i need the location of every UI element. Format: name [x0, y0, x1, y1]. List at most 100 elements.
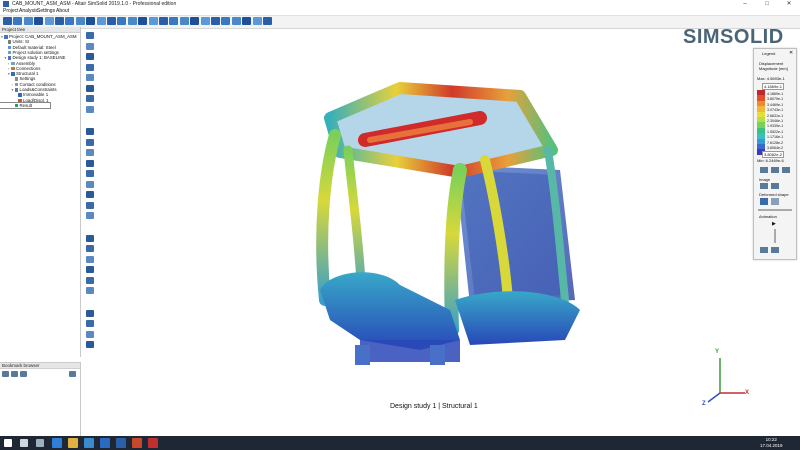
zoom-icon[interactable]: [86, 149, 94, 156]
deformed-shape-icon[interactable]: [760, 198, 768, 205]
import-icon[interactable]: [44, 17, 54, 25]
animation-play-icon[interactable]: ▶: [772, 221, 776, 227]
layers-icon[interactable]: [169, 17, 179, 25]
constraint-icon[interactable]: [231, 17, 241, 25]
animation-speed-slider[interactable]: [774, 229, 776, 243]
taskbar-clock[interactable]: 10:22 17.04.2019: [760, 437, 783, 448]
animate-icon[interactable]: [86, 276, 94, 284]
task-view-icon[interactable]: [36, 439, 44, 447]
legend-panel[interactable]: Legend ✕ Displacement Magnitude [mm] Max…: [753, 48, 797, 260]
section-icon[interactable]: [86, 159, 94, 167]
view-fit-icon[interactable]: [86, 105, 94, 113]
other-app-icon[interactable]: [148, 438, 158, 448]
powerpoint-icon[interactable]: [132, 438, 142, 448]
image-save-icon[interactable]: [771, 183, 779, 189]
view-left-icon[interactable]: [86, 53, 94, 60]
bookmark-delete-icon[interactable]: [20, 371, 27, 377]
cut-icon[interactable]: [96, 17, 106, 25]
app-icon: [3, 1, 9, 7]
camera-icon[interactable]: [127, 17, 137, 25]
report-icon[interactable]: [86, 330, 94, 338]
deformation-scale-slider[interactable]: [758, 209, 792, 211]
measure-icon[interactable]: [86, 170, 94, 177]
graphics-viewport[interactable]: Y X Z: [98, 27, 800, 436]
save-icon[interactable]: [23, 17, 33, 25]
legend-export-icon[interactable]: [771, 247, 779, 253]
transparency-icon[interactable]: [86, 212, 94, 219]
edge-browser-icon[interactable]: [52, 438, 62, 448]
search-icon[interactable]: [20, 439, 28, 447]
cab-model-render: [316, 82, 745, 403]
open-project-icon[interactable]: [13, 17, 23, 25]
minimize-button[interactable]: –: [734, 0, 756, 8]
tree-node-icon: [4, 35, 8, 39]
export-icon[interactable]: [86, 341, 94, 348]
view-front-icon[interactable]: [86, 74, 94, 81]
settings-icon[interactable]: [107, 17, 116, 25]
view-back-icon[interactable]: [86, 84, 94, 92]
pan-icon[interactable]: [86, 128, 94, 135]
bookmark-settings-icon[interactable]: [69, 371, 76, 377]
menu-settings[interactable]: Settings: [37, 8, 55, 15]
menu-about[interactable]: About: [56, 8, 69, 15]
view-top-icon[interactable]: [86, 32, 94, 39]
undeformed-icon[interactable]: [86, 266, 94, 273]
legend-probe-icon[interactable]: [782, 167, 790, 173]
menu-project[interactable]: Project: [3, 8, 19, 15]
plot-icon[interactable]: [86, 320, 94, 327]
solid-icon[interactable]: [190, 17, 200, 25]
view-iso-icon[interactable]: [86, 95, 94, 102]
edge-icon[interactable]: [86, 245, 94, 252]
material-icon[interactable]: [252, 17, 262, 25]
file-explorer-icon[interactable]: [68, 438, 78, 448]
wrench-icon[interactable]: [117, 17, 127, 25]
image-capture-icon[interactable]: [760, 183, 768, 189]
maximize-button[interactable]: □: [756, 0, 778, 8]
new-project-icon[interactable]: [3, 17, 12, 25]
view-right-icon[interactable]: [86, 63, 94, 71]
legend-close-icon[interactable]: ✕: [789, 50, 793, 56]
menu-analysis[interactable]: Analysis: [19, 8, 38, 15]
bookmark-add-icon[interactable]: [2, 371, 9, 377]
save-as-icon[interactable]: [34, 17, 44, 25]
fit-icon[interactable]: [86, 17, 96, 25]
legend-max-value[interactable]: 4.1869e-1: [762, 83, 785, 90]
rotate-icon[interactable]: [159, 17, 168, 25]
legend-icon[interactable]: [86, 287, 94, 294]
legend-min-label: Min: 6.2469e-6: [757, 158, 784, 163]
windows-start-icon[interactable]: [4, 439, 12, 447]
tree-view-icon[interactable]: [65, 17, 75, 25]
legend-help-icon[interactable]: [760, 247, 768, 253]
zoom-icon[interactable]: [148, 17, 158, 25]
list-view-icon[interactable]: [75, 17, 85, 25]
label-icon[interactable]: [86, 309, 94, 317]
deformed-icon[interactable]: [86, 255, 94, 263]
legend-settings-icon[interactable]: [760, 167, 768, 173]
wireframe-icon[interactable]: [200, 17, 210, 25]
menu-bar: [0, 8, 800, 15]
color-icon[interactable]: [86, 234, 94, 242]
legend-max-label: Max: 4.5693e-1: [757, 76, 785, 81]
show-icon[interactable]: [86, 201, 94, 209]
view-front-icon[interactable]: [211, 17, 220, 25]
rotate-icon[interactable]: [86, 138, 94, 146]
hide-icon[interactable]: [86, 191, 94, 198]
undeformed-shape-icon[interactable]: [771, 198, 779, 205]
legend-min-value[interactable]: 3.8082e-2: [762, 151, 785, 158]
view-bottom-icon[interactable]: [86, 42, 94, 50]
bookmark-edit-icon[interactable]: [11, 371, 18, 377]
chart-icon[interactable]: [138, 17, 148, 25]
close-button[interactable]: ✕: [778, 0, 800, 8]
mail-icon[interactable]: [100, 438, 110, 448]
mesh-icon[interactable]: [179, 17, 189, 25]
store-icon[interactable]: [84, 438, 94, 448]
simsolid-taskbar-icon[interactable]: [116, 438, 126, 448]
legend-value-label: 3.8064e-2: [767, 146, 784, 150]
help-icon[interactable]: [263, 17, 272, 25]
contact-icon[interactable]: [242, 17, 252, 25]
legend-lock-icon[interactable]: [771, 167, 779, 173]
probe-icon[interactable]: [86, 180, 94, 188]
load-icon[interactable]: [221, 17, 231, 25]
tree-item[interactable]: Result: [0, 101, 51, 110]
export-icon[interactable]: [55, 17, 64, 25]
